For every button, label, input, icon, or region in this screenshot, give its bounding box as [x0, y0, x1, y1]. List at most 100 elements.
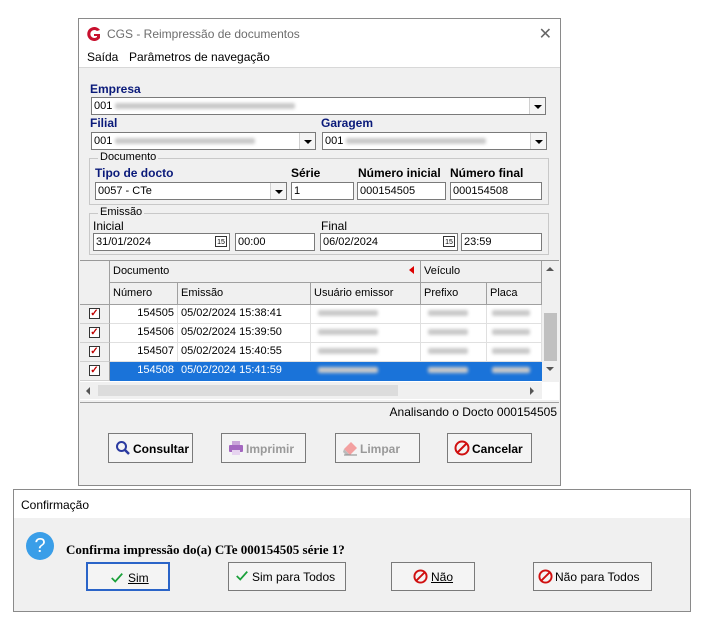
garagem-label: Garagem	[321, 116, 374, 130]
inicial-date-value: 31/01/2024	[96, 236, 152, 248]
chevron-down-icon[interactable]	[270, 183, 286, 199]
chevron-down-icon[interactable]	[530, 133, 546, 149]
imprimir-button[interactable]: Imprimir	[221, 433, 306, 463]
emissao-group-title: Emissão	[98, 206, 145, 218]
cancel-icon	[454, 440, 470, 456]
cell-emissao: 05/02/2024 15:39:50	[178, 324, 311, 343]
final-date-input[interactable]: 06/02/2024 15	[320, 233, 458, 251]
inicial-time-input[interactable]: 00:00	[235, 233, 315, 251]
cell-prefixo	[421, 343, 487, 362]
tipo-docto-value: 0057 - CTe	[98, 185, 152, 197]
cell-prefixo	[421, 305, 487, 324]
horizontal-scrollbar[interactable]	[80, 382, 542, 399]
cell-numero: 154505	[110, 305, 178, 324]
row-checkbox[interactable]: ✓	[89, 346, 100, 357]
status-text: Analisando o Docto 000154505	[389, 405, 557, 419]
menu-saida[interactable]: Saída	[87, 50, 118, 64]
row-indicator: ✓	[80, 305, 110, 324]
grid-corner	[80, 261, 110, 305]
cell-placa	[487, 343, 542, 362]
calendar-icon[interactable]: 15	[215, 236, 227, 247]
row-checkbox[interactable]: ✓	[89, 308, 100, 319]
column-header-prefixo[interactable]: Prefixo	[421, 283, 487, 305]
table-row[interactable]: ✓ 154508 05/02/2024 15:41:59	[80, 362, 542, 381]
tipo-docto-select[interactable]: 0057 - CTe	[95, 182, 287, 200]
vertical-scrollbar[interactable]	[542, 261, 559, 382]
eraser-icon	[343, 442, 357, 456]
consultar-button[interactable]: Consultar	[108, 433, 193, 463]
cell-placa	[487, 362, 542, 381]
numero-final-label: Número final	[450, 166, 524, 180]
nao-para-todos-button[interactable]: Não para Todos	[533, 562, 652, 591]
column-header-numero[interactable]: Número	[110, 283, 178, 305]
cell-usuario	[311, 343, 421, 362]
column-header-emissao[interactable]: Emissão	[178, 283, 311, 305]
row-checkbox[interactable]: ✓	[89, 365, 100, 376]
cgs-logo-icon	[87, 27, 100, 41]
column-header-placa[interactable]: Placa	[487, 283, 542, 305]
row-indicator: ✓	[80, 362, 110, 381]
chevron-down-icon[interactable]	[299, 133, 315, 149]
nao-label: Não	[431, 570, 454, 584]
serie-input[interactable]: 1	[291, 182, 354, 200]
filial-label: Filial	[90, 116, 118, 130]
window-title: CGS - Reimpressão de documentos	[107, 27, 300, 41]
filial-select[interactable]: 001	[91, 132, 316, 150]
cancelar-label: Cancelar	[472, 442, 523, 456]
empresa-select[interactable]: 001	[91, 97, 546, 115]
confirmation-dialog: Confirmação ? Confirma impressão do(a) C…	[13, 489, 691, 612]
sim-label: Sim	[128, 571, 149, 585]
group-header-documento: Documento	[110, 261, 421, 283]
sim-para-todos-button[interactable]: Sim para Todos	[228, 562, 346, 591]
final-label: Final	[321, 219, 348, 233]
cell-numero: 154506	[110, 324, 178, 343]
menu-parametros[interactable]: Parâmetros de navegação	[129, 50, 270, 64]
nao-button[interactable]: Não	[391, 562, 475, 591]
chevron-down-icon[interactable]	[546, 367, 554, 371]
menu-bar: Saída Parâmetros de navegação	[79, 47, 560, 68]
table-row[interactable]: ✓ 154506 05/02/2024 15:39:50	[80, 324, 542, 343]
cell-usuario	[311, 324, 421, 343]
numero-inicial-value: 000154505	[360, 185, 416, 197]
garagem-select[interactable]: 001	[322, 132, 547, 150]
nao-para-todos-label: Não para Todos	[555, 570, 640, 584]
arrow-left-icon	[409, 266, 414, 274]
question-icon: ?	[26, 532, 54, 560]
dialog-title: Confirmação	[21, 498, 90, 512]
printer-icon	[229, 441, 243, 455]
scroll-thumb[interactable]	[544, 313, 557, 361]
close-icon[interactable]: ✕	[539, 24, 552, 44]
table-row[interactable]: ✓ 154507 05/02/2024 15:40:55	[80, 343, 542, 362]
numero-final-input[interactable]: 000154508	[450, 182, 542, 200]
documento-group-title: Documento	[98, 151, 159, 163]
final-time-input[interactable]: 23:59	[461, 233, 542, 251]
calendar-icon[interactable]: 15	[443, 236, 455, 247]
table-row[interactable]: ✓ 154505 05/02/2024 15:38:41	[80, 305, 542, 324]
cell-emissao: 05/02/2024 15:41:59	[178, 362, 311, 381]
cell-usuario	[311, 362, 421, 381]
numero-inicial-input[interactable]: 000154505	[357, 182, 446, 200]
cancel-icon	[538, 569, 553, 584]
filial-value: 001	[94, 135, 113, 147]
chevron-up-icon[interactable]	[546, 267, 554, 271]
cancelar-button[interactable]: Cancelar	[447, 433, 532, 463]
column-header-usuario[interactable]: Usuário emissor	[311, 283, 421, 305]
row-checkbox[interactable]: ✓	[89, 327, 100, 338]
chevron-left-icon[interactable]	[86, 387, 90, 395]
cancel-icon	[413, 569, 428, 584]
dialog-message: Confirma impressão do(a) CTe 000154505 s…	[66, 542, 345, 557]
documents-grid[interactable]: Documento Veículo Número Emissão Usuário…	[80, 260, 559, 400]
check-icon	[111, 573, 123, 583]
cell-numero: 154507	[110, 343, 178, 362]
empresa-value: 001	[94, 100, 113, 112]
title-bar: CGS - Reimpressão de documentos ✕	[79, 19, 560, 47]
chevron-right-icon[interactable]	[530, 387, 534, 395]
chevron-down-icon[interactable]	[529, 98, 545, 114]
inicial-time-value: 00:00	[238, 236, 266, 248]
hscroll-thumb[interactable]	[98, 385, 398, 396]
sim-button[interactable]: Sim	[86, 562, 170, 591]
final-time-value: 23:59	[464, 236, 492, 248]
inicial-date-input[interactable]: 31/01/2024 15	[93, 233, 230, 251]
limpar-button[interactable]: Limpar	[335, 433, 420, 463]
final-date-value: 06/02/2024	[323, 236, 379, 248]
